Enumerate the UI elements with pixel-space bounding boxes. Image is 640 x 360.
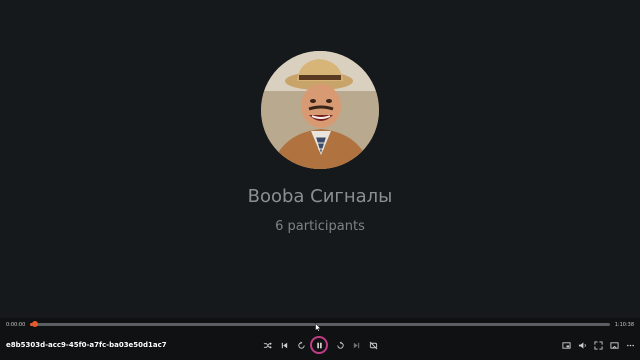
pause-button-inner — [312, 338, 326, 352]
rewind-icon — [297, 340, 305, 349]
total-time: 1:10:38 — [614, 322, 634, 328]
fast-forward-icon — [336, 340, 344, 349]
fullscreen-button[interactable] — [591, 338, 605, 352]
current-time: 0:00:00 — [6, 322, 26, 328]
miniplayer-icon — [561, 341, 571, 349]
rewind-button[interactable] — [294, 338, 308, 352]
volume-icon — [578, 341, 586, 349]
forward-button[interactable] — [333, 338, 347, 352]
seek-thumb[interactable] — [31, 321, 38, 327]
shuffle-button[interactable] — [260, 338, 274, 352]
skip-previous-icon — [281, 342, 287, 348]
next-button[interactable] — [349, 338, 363, 352]
cast-button[interactable] — [607, 338, 621, 352]
repeat-off-icon — [369, 341, 377, 349]
fullscreen-icon — [593, 340, 603, 350]
repeat-button[interactable] — [366, 338, 380, 352]
avatar-photo — [261, 51, 379, 169]
volume-button[interactable] — [575, 338, 589, 352]
more-icon — [626, 344, 634, 346]
more-button[interactable] — [623, 338, 637, 352]
skip-next-icon — [353, 342, 359, 348]
file-name: e8b5303d-acc9-45f0-a7fc-ba03e50d1ac7 — [6, 341, 167, 349]
pause-button[interactable] — [310, 336, 328, 354]
pause-icon — [316, 342, 322, 348]
cast-icon — [609, 341, 619, 349]
call-title: Booba Сигналы — [247, 186, 393, 207]
mouse-cursor-icon — [315, 323, 321, 332]
previous-button[interactable] — [277, 338, 291, 352]
shuffle-icon — [263, 341, 272, 349]
miniplayer-button[interactable] — [559, 338, 573, 352]
participants-count: 6 participants — [275, 219, 365, 234]
group-avatar — [261, 51, 379, 169]
video-stage: Booba Сигналы 6 participants — [0, 0, 640, 318]
